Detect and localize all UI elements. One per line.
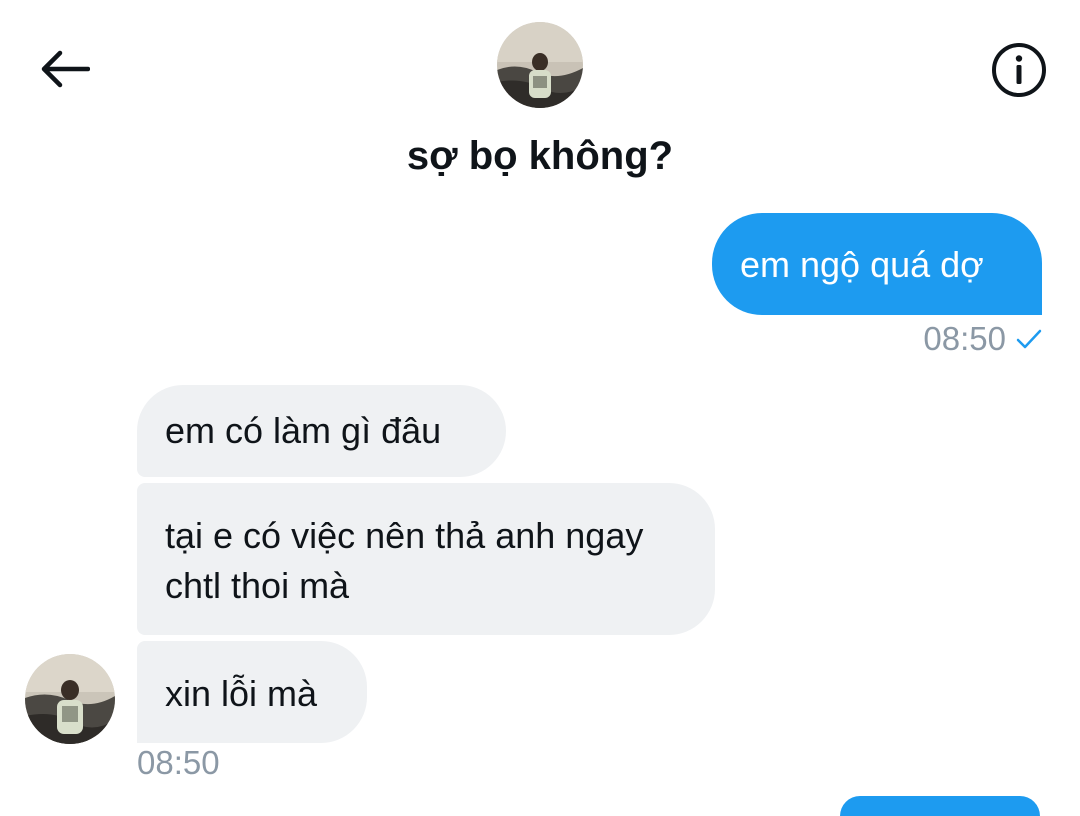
arrow-left-icon (41, 50, 90, 88)
sender-avatar[interactable] (25, 654, 115, 744)
outgoing-message-bubble-partial[interactable] (840, 796, 1040, 816)
back-button[interactable] (34, 42, 94, 96)
outgoing-timestamp-row: 08:50 (923, 320, 1042, 358)
message-text: tại e có việc nên thả anh ngay chtl thoi… (165, 515, 644, 606)
message-text: em có làm gì đâu (165, 410, 442, 451)
check-icon (1016, 329, 1042, 349)
outgoing-message-bubble[interactable]: em ngộ quá dợ (712, 213, 1042, 315)
incoming-message-bubble[interactable]: xin lỗi mà (137, 641, 367, 743)
info-button[interactable] (990, 41, 1048, 99)
incoming-message-bubble[interactable]: tại e có việc nên thả anh ngay chtl thoi… (137, 483, 715, 635)
info-circle-icon (992, 43, 1046, 97)
avatar-photo (497, 22, 583, 108)
incoming-timestamp: 08:50 (137, 744, 220, 781)
conversation-avatar[interactable] (497, 22, 583, 108)
avatar-photo (25, 654, 115, 744)
message-time: 08:50 (923, 320, 1006, 357)
incoming-message-bubble[interactable]: em có làm gì đâu (137, 385, 506, 477)
message-text: em ngộ quá dợ (740, 244, 984, 285)
message-text: xin lỗi mà (165, 673, 318, 714)
conversation-title: sợ bọ không? (406, 134, 674, 178)
